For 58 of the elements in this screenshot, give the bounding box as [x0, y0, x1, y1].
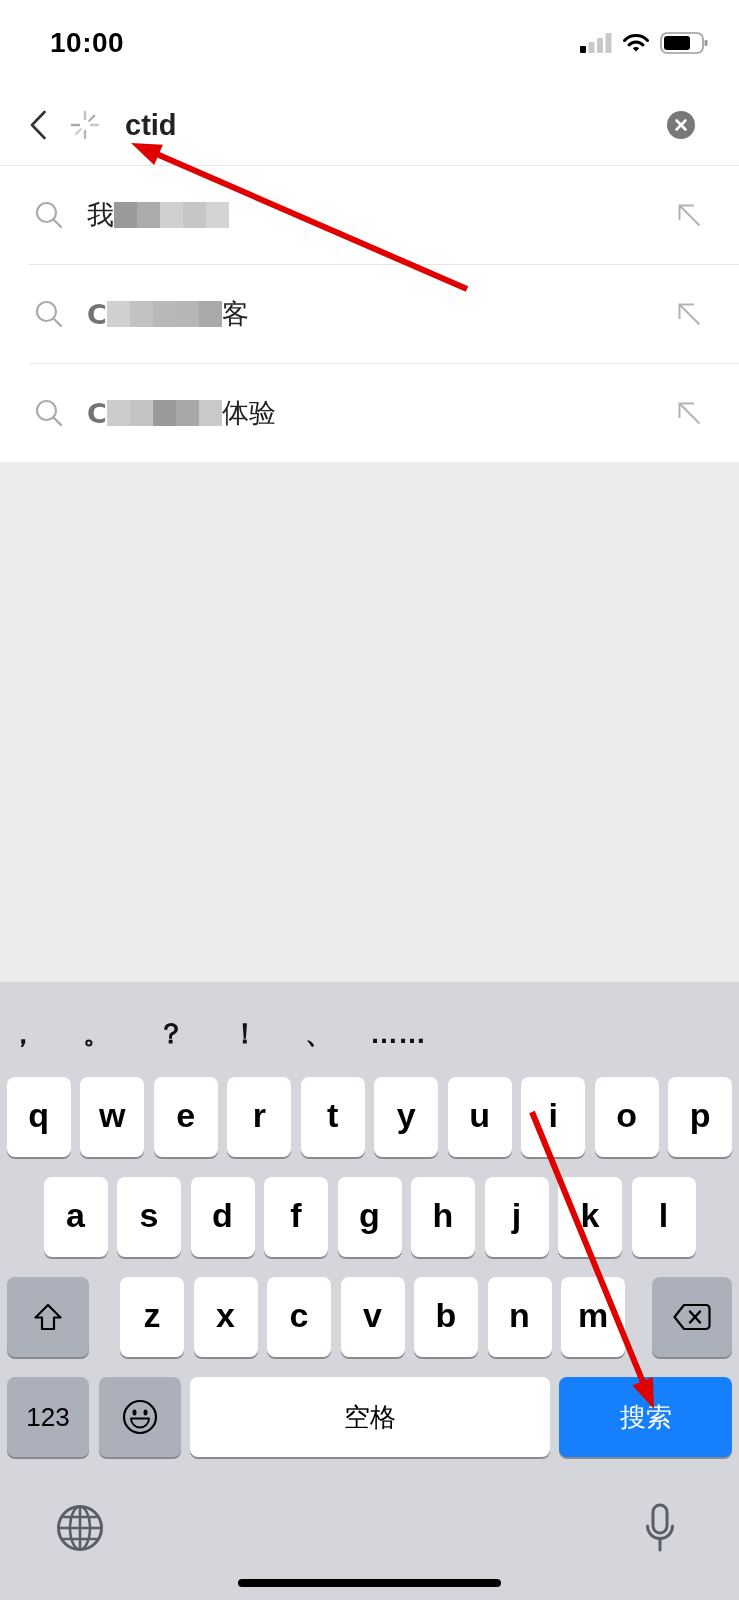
letter-key[interactable]: w: [80, 1077, 145, 1157]
letter-key[interactable]: j: [484, 1177, 549, 1257]
letter-key[interactable]: z: [120, 1277, 184, 1357]
shift-icon: [33, 1303, 63, 1331]
punctuation-candidate[interactable]: ……: [370, 1017, 426, 1050]
emoji-key[interactable]: [98, 1377, 181, 1457]
microphone-icon[interactable]: [645, 1503, 675, 1553]
back-icon[interactable]: [29, 110, 47, 140]
letter-key[interactable]: d: [190, 1177, 255, 1257]
letter-key[interactable]: p: [668, 1077, 733, 1157]
letter-key[interactable]: b: [414, 1277, 478, 1357]
letter-key[interactable]: x: [193, 1277, 258, 1357]
letter-key[interactable]: m: [561, 1277, 625, 1357]
backspace-icon: [673, 1303, 711, 1331]
numbers-key[interactable]: 123: [7, 1377, 89, 1457]
suggestion-text: 我: [87, 198, 114, 232]
punctuation-candidate[interactable]: ！: [222, 1014, 268, 1053]
letter-key[interactable]: c: [267, 1277, 331, 1357]
letter-key[interactable]: t: [300, 1077, 365, 1157]
letter-key[interactable]: r: [227, 1077, 292, 1157]
punctuation-candidate[interactable]: ，: [0, 1014, 46, 1053]
suggestion-text: 客: [221, 297, 249, 331]
letter-key[interactable]: g: [337, 1177, 402, 1257]
letter-key[interactable]: u: [447, 1077, 512, 1157]
letter-key[interactable]: a: [43, 1177, 108, 1257]
smiley-icon: [121, 1399, 158, 1435]
clear-icon[interactable]: [667, 111, 695, 139]
status-time: 10:00: [50, 26, 125, 59]
letter-key[interactable]: f: [264, 1177, 328, 1257]
suggestion-text: C: [87, 397, 107, 429]
letter-key[interactable]: k: [558, 1177, 622, 1257]
wifi-icon: [623, 33, 649, 52]
battery-icon: [660, 31, 708, 54]
letter-key[interactable]: e: [153, 1077, 218, 1157]
letter-key[interactable]: y: [374, 1077, 439, 1157]
letter-key[interactable]: q: [6, 1077, 71, 1157]
shift-key[interactable]: [7, 1277, 89, 1357]
suggestion-text: C: [87, 298, 107, 330]
backspace-key[interactable]: [652, 1277, 732, 1357]
globe-icon[interactable]: [56, 1504, 104, 1552]
search-icon: [35, 300, 63, 328]
letter-key[interactable]: i: [521, 1077, 586, 1157]
search-icon: [35, 399, 63, 427]
search-field[interactable]: ctid: [125, 105, 667, 145]
punctuation-candidate[interactable]: 。: [74, 1014, 120, 1053]
search-icon: [35, 201, 63, 229]
letter-key[interactable]: n: [487, 1277, 552, 1357]
signal-icon: [580, 32, 612, 53]
punctuation-candidate[interactable]: ？: [148, 1014, 194, 1053]
letter-key[interactable]: l: [631, 1177, 696, 1257]
suggestion-text: 体验: [221, 396, 276, 430]
search-key[interactable]: 搜索: [559, 1377, 732, 1457]
space-key[interactable]: 空格: [190, 1377, 550, 1457]
letter-key[interactable]: o: [594, 1077, 659, 1157]
letter-key[interactable]: v: [340, 1277, 405, 1357]
punctuation-candidate[interactable]: 、: [296, 1014, 342, 1053]
letter-key[interactable]: h: [411, 1177, 475, 1257]
letter-key[interactable]: s: [117, 1177, 181, 1257]
